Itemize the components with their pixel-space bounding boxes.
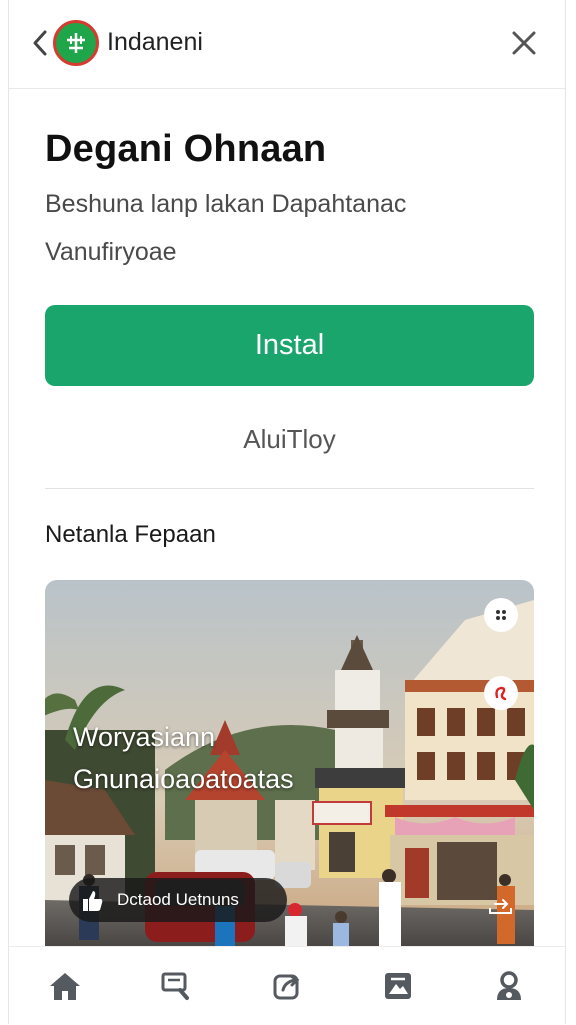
app-frame: Indaneni Degani Ohnaan Beshuna lanp laka… xyxy=(8,0,566,1025)
gallery-icon xyxy=(385,973,412,999)
thumbs-up-icon xyxy=(77,885,107,915)
like-chip[interactable]: Dctaod Uetnuns xyxy=(69,878,287,922)
cursive-icon xyxy=(495,686,507,701)
nav-search[interactable] xyxy=(154,964,198,1008)
nav-gallery[interactable] xyxy=(376,964,420,1008)
back-button[interactable] xyxy=(27,26,53,60)
hero-image-card[interactable]: Woryasiann Gnunaioaoatoatas Dctaod Uetnu… xyxy=(45,580,534,946)
nav-profile[interactable] xyxy=(487,964,531,1008)
share-icon xyxy=(489,899,512,914)
secondary-link[interactable]: AluiTloy xyxy=(45,424,534,455)
dots-icon xyxy=(496,610,506,620)
hero-caption-line-1: Woryasiann xyxy=(73,722,216,752)
close-button[interactable] xyxy=(507,26,541,60)
home-icon xyxy=(49,973,80,1000)
close-icon xyxy=(512,31,536,55)
divider xyxy=(45,488,534,489)
app-title: Degani Ohnaan xyxy=(45,128,327,170)
chevron-left-icon xyxy=(33,30,47,56)
app-subtitle: Beshuna lanp lakan Dapahtanac xyxy=(45,190,407,218)
app-category: Vanufiryoae xyxy=(45,238,177,266)
nav-home[interactable] xyxy=(43,964,87,1008)
more-options-button[interactable] xyxy=(484,598,518,632)
app-name: Indaneni xyxy=(107,28,203,56)
section-title: Netanla Fepaan xyxy=(45,521,216,548)
profile-icon xyxy=(497,971,522,1000)
bottom-navigation xyxy=(9,946,565,1025)
chip-label: Dctaod Uetnuns xyxy=(117,890,239,909)
search-icon xyxy=(161,972,189,1000)
hero-caption-line-2: Gnunaioaoatoatas xyxy=(73,764,294,794)
app-logo-icon xyxy=(53,20,99,66)
nav-share[interactable] xyxy=(265,964,309,1008)
share-image-button[interactable] xyxy=(486,894,516,918)
top-bar: Indaneni xyxy=(9,0,565,89)
share-icon xyxy=(273,974,300,1000)
install-button[interactable]: Instal xyxy=(45,305,534,386)
favorite-button[interactable] xyxy=(484,676,518,710)
